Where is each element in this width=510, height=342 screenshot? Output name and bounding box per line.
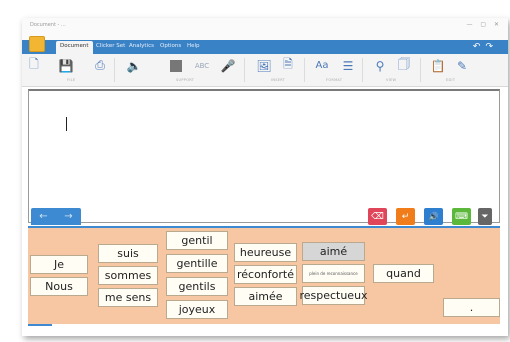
- view-page-icon[interactable]: 🗍: [396, 57, 412, 73]
- word-respectueux[interactable]: respectueux: [299, 286, 368, 305]
- group-label-support: SUPPORT: [176, 78, 195, 82]
- word-heureuse[interactable]: heureuse: [234, 243, 297, 262]
- speak-button[interactable]: 🔊: [424, 208, 443, 225]
- insert-image-icon[interactable]: 🖼: [256, 58, 272, 73]
- grid-scroll-indicator: [28, 324, 52, 326]
- word-aime[interactable]: aimé: [302, 242, 365, 261]
- keyboard-button[interactable]: ⌨: [452, 208, 471, 225]
- word-gentil[interactable]: gentil: [166, 231, 228, 250]
- text-caret: [66, 117, 67, 131]
- word-suis[interactable]: suis: [98, 244, 158, 263]
- word-quand[interactable]: quand: [373, 264, 434, 283]
- align-icon[interactable]: ☰: [340, 58, 356, 73]
- title-bar: Document - ... — ▢ ✕: [22, 18, 508, 40]
- word-joyeux[interactable]: joyeux: [166, 300, 228, 319]
- group-label-insert: INSERT: [271, 78, 286, 82]
- backspace-icon: ⌫: [371, 211, 384, 222]
- page-navigation: ← →: [31, 208, 81, 225]
- search-icon[interactable]: ⚲: [372, 58, 388, 73]
- group-label-file: FILE: [67, 78, 76, 82]
- ribbon: 🗋 💾 ⎙ FILE 🔈 ABC 🎤 SUPPORT 🖼 🗎 INSERT Aa…: [22, 54, 508, 87]
- ribbon-separator: [420, 58, 421, 82]
- window-controls[interactable]: — ▢ ✕: [466, 21, 502, 28]
- paste-icon[interactable]: 📋: [430, 58, 446, 73]
- microphone-icon[interactable]: 🎤: [220, 58, 236, 73]
- group-label-format: FORMAT: [326, 78, 343, 82]
- word-period[interactable]: .: [443, 298, 500, 317]
- ribbon-separator: [244, 58, 245, 82]
- stop-icon[interactable]: [168, 58, 184, 73]
- prev-page-button[interactable]: ←: [39, 211, 47, 222]
- word-reconforte[interactable]: réconforté: [234, 265, 297, 284]
- word-plein-de-reconnaissance[interactable]: plein de reconnaissance: [302, 264, 365, 283]
- redo-icon[interactable]: ↷: [485, 42, 498, 52]
- undo-icon[interactable]: ↶: [473, 42, 486, 52]
- chevron-down-icon: ⏷: [481, 211, 489, 222]
- word-aimee[interactable]: aimée: [234, 287, 297, 306]
- word-me-sens[interactable]: me sens: [98, 288, 158, 307]
- enter-button[interactable]: ↵: [396, 208, 415, 225]
- tab-analytics[interactable]: Analytics: [129, 43, 154, 49]
- enter-icon: ↵: [401, 211, 410, 222]
- window-title: Document - ...: [30, 22, 66, 28]
- ribbon-separator: [362, 58, 363, 82]
- edit-icon[interactable]: ✎: [454, 58, 470, 73]
- spell-check-icon[interactable]: ABC: [194, 58, 210, 73]
- tab-clicker-set[interactable]: Clicker Set: [96, 43, 125, 49]
- app-folder-icon[interactable]: [29, 36, 45, 52]
- delete-word-button[interactable]: ⌫: [368, 208, 387, 225]
- save-icon[interactable]: 💾: [58, 58, 74, 73]
- tab-document[interactable]: Document: [56, 41, 93, 54]
- document-editor[interactable]: [28, 89, 500, 223]
- ribbon-separator: [304, 58, 305, 82]
- word-grid: Je Nous suis sommes me sens gentil genti…: [28, 226, 500, 324]
- more-button[interactable]: ⏷: [478, 208, 492, 225]
- tab-options[interactable]: Options: [160, 43, 181, 49]
- new-document-icon[interactable]: 🗋: [26, 57, 42, 73]
- keyboard-icon: ⌨: [455, 211, 468, 222]
- font-icon[interactable]: Aa: [314, 58, 330, 73]
- undo-redo-icons[interactable]: ↶↷: [473, 42, 498, 52]
- app-window: Document - ... — ▢ ✕ Document Clicker Se…: [22, 18, 508, 336]
- word-gentils[interactable]: gentils: [166, 277, 228, 296]
- speaker-icon[interactable]: 🔈: [126, 58, 142, 73]
- speaker-icon: 🔊: [428, 212, 439, 221]
- menu-bar: Document Clicker Set Analytics Options H…: [22, 36, 508, 54]
- group-label-view: VIEW: [386, 78, 397, 82]
- next-page-button[interactable]: →: [64, 211, 72, 222]
- tab-help[interactable]: Help: [187, 43, 200, 49]
- word-je[interactable]: Je: [30, 255, 88, 274]
- insert-page-icon[interactable]: 🗎: [280, 57, 296, 73]
- group-label-edit: EDIT: [446, 78, 456, 82]
- word-gentille[interactable]: gentille: [166, 254, 228, 273]
- print-icon[interactable]: ⎙: [92, 58, 108, 73]
- word-sommes[interactable]: sommes: [98, 266, 158, 285]
- ribbon-separator: [114, 58, 115, 82]
- word-nous[interactable]: Nous: [30, 277, 88, 296]
